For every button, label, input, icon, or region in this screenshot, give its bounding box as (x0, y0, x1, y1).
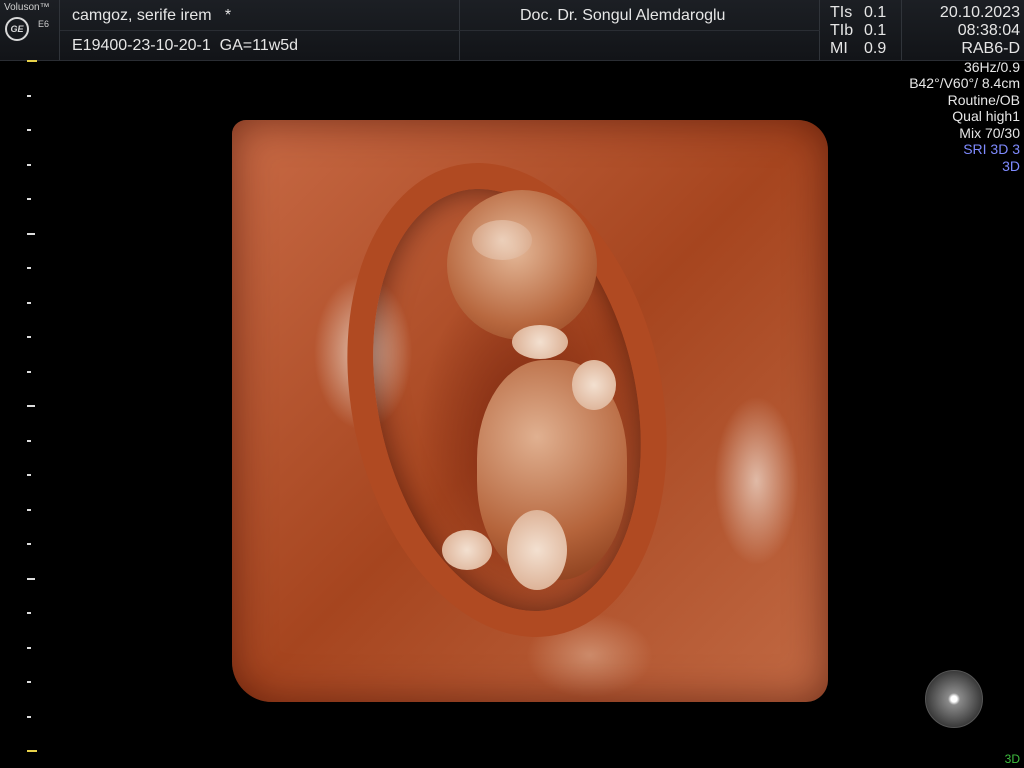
depth-tick (27, 405, 35, 407)
index-label: MI (830, 40, 848, 57)
ge-logo-icon: GE (5, 17, 29, 41)
index-label: TIb (830, 22, 854, 39)
fetus-head (447, 190, 597, 340)
header-row-divider (60, 30, 820, 31)
depth-tick (27, 129, 31, 131)
depth-tick (27, 646, 31, 649)
brand-label: Voluson™ (4, 2, 50, 13)
angles-depth: B42°/V60°/ 8.4cm (909, 75, 1020, 91)
3d-ultrasound-render (232, 120, 828, 702)
index-value: 0.1 (864, 4, 887, 21)
patient-id-row: E19400-23-10-20-1 GA=11w5d (72, 37, 298, 55)
preset: Routine/OB (947, 91, 1020, 108)
index-value: 0.1 (864, 22, 887, 39)
depth-scale (27, 60, 37, 760)
depth-tick (27, 94, 31, 97)
mode-corner-label: 3D (1004, 752, 1020, 766)
depth-tick (27, 508, 31, 511)
model-label: E6 (38, 19, 50, 29)
depth-tick (27, 715, 31, 718)
fetus-face (472, 220, 532, 260)
patient-name: camgoz, serife irem * (72, 7, 232, 24)
index-label: TIs (830, 4, 853, 21)
acquisition-params: x 36Hz/0.9 B42°/V60°/ 8.4cm Routine/OB Q… (909, 42, 1020, 174)
depth-tick (27, 267, 31, 269)
brand-area: Voluson™ GE E6 (0, 0, 60, 60)
depth-tick (27, 750, 37, 752)
fetus-foot (442, 530, 492, 570)
quality: Qual high1 (952, 108, 1020, 124)
depth-tick (27, 232, 35, 235)
sri-setting: SRI 3D 3 (963, 141, 1020, 157)
exam-date: 20.10.2023 (939, 4, 1020, 21)
depth-tick (27, 612, 31, 614)
depth-tick (27, 198, 31, 200)
index-value: 0.9 (864, 40, 887, 57)
depth-tick (27, 370, 31, 373)
safety-indices: TIs 0.1 TIb 0.1 MI 0.9 (820, 0, 902, 60)
frame-rate: 36Hz/0.9 (963, 58, 1020, 75)
fetus-leg (507, 510, 567, 590)
exam-time: 08:38:04 (957, 22, 1020, 39)
orientation-sphere-icon[interactable] (925, 670, 983, 728)
depth-tick (27, 60, 37, 62)
fetus-arm (512, 325, 568, 359)
patient-id: E19400-23-10-20-1 (72, 37, 211, 54)
index-mi: MI 0.9 (830, 40, 886, 58)
info-header: Voluson™ GE E6 camgoz, serife irem * E19… (0, 0, 1024, 61)
index-tib: TIb 0.1 (830, 22, 886, 40)
depth-tick (27, 439, 31, 442)
depth-tick (27, 336, 31, 338)
depth-tick (27, 681, 31, 683)
mix: Mix 70/30 (959, 124, 1020, 141)
imaging-mode: 3D (1002, 157, 1020, 174)
depth-tick (27, 543, 31, 545)
index-tis: TIs 0.1 (830, 4, 886, 22)
gestational-age: GA=11w5d (219, 37, 299, 54)
depth-tick (27, 577, 35, 580)
depth-tick (27, 474, 31, 476)
fetus-hand (572, 360, 616, 410)
depth-tick (27, 163, 31, 166)
doctor-name: Doc. Dr. Songul Alemdaroglu (520, 7, 726, 24)
depth-tick (27, 301, 31, 304)
